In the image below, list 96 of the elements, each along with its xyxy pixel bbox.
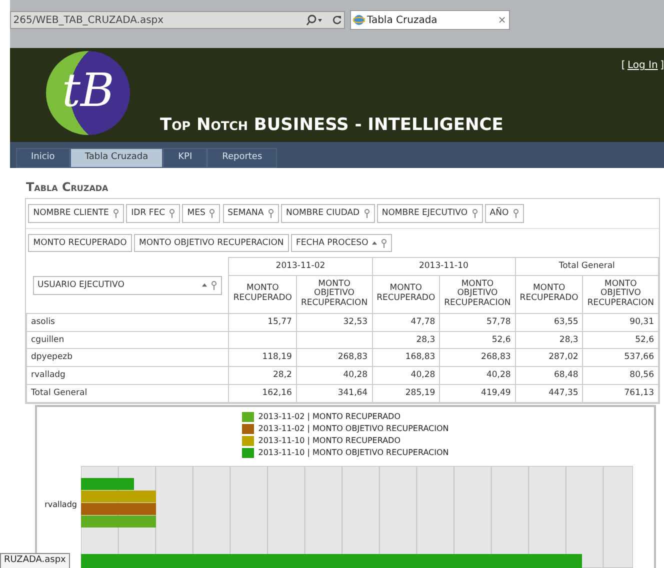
table-cell: 28,3 (515, 331, 583, 349)
table-cell: 537,66 (582, 348, 658, 366)
legend-label: 2013-11-10 | MONTO RECUPERADO (258, 435, 401, 447)
column-header: MONTO RECUPERADO (228, 275, 296, 314)
filter-field[interactable]: IDR FEC (126, 204, 180, 223)
table-cell: 15,77 (228, 313, 296, 331)
column-header: MONTO RECUPERADO (372, 275, 440, 314)
field-label: SEMANA (228, 207, 264, 220)
nav-tab[interactable]: Tabla Cruzada (70, 148, 164, 168)
table-cell: 162,16 (228, 384, 296, 402)
table-cell: 52,6 (440, 331, 516, 349)
table-cell: 32,53 (296, 313, 372, 331)
row-field[interactable]: USUARIO EJECUTIVO (32, 276, 222, 294)
table-cell: 40,28 (296, 366, 372, 384)
column-header: 2013-11-02 (228, 258, 372, 276)
table-cell: 287,02 (515, 348, 583, 366)
login-link[interactable]: Log In (628, 58, 658, 73)
row-header: asolis (26, 313, 229, 331)
address-bar[interactable]: 265/WEB_TAB_CRUZADA.aspx (10, 11, 345, 29)
address-text: 265/WEB_TAB_CRUZADA.aspx (13, 14, 165, 28)
page-title: Tabla Cruzada (26, 179, 110, 196)
table-cell: 40,28 (440, 366, 516, 384)
browser-icon (352, 14, 365, 26)
column-header: MONTO RECUPERADO (515, 275, 583, 314)
table-cell: 168,83 (372, 348, 440, 366)
table-cell: 40,28 (372, 366, 440, 384)
table-cell: 285,19 (372, 384, 440, 402)
row-header: Total General (26, 384, 229, 402)
table-cell: 57,78 (440, 313, 516, 331)
field-label: IDR FEC (131, 207, 166, 220)
bracket: [ (621, 59, 626, 73)
filter-field[interactable]: AÑO (484, 204, 524, 223)
table-cell: 28,2 (228, 366, 296, 384)
legend-label: 2013-11-10 | MONTO OBJETIVO RECUPERACION (258, 447, 449, 459)
legend-label: 2013-11-02 | MONTO RECUPERADO (258, 411, 401, 423)
filter-field[interactable]: NOMBRE CIUDAD (280, 204, 375, 223)
field-label: AÑO (490, 207, 509, 220)
bar (81, 478, 134, 490)
field-label: MES (187, 207, 206, 220)
field-label: NOMBRE CLIENTE (33, 207, 109, 220)
refresh-icon[interactable] (332, 14, 342, 26)
table-cell: 47,78 (372, 313, 440, 331)
table-cell: 90,31 (582, 313, 658, 331)
sort-icon[interactable] (202, 283, 208, 288)
column-header: MONTO OBJETIVO RECUPERACION (296, 275, 372, 314)
status-tooltip: RUZADA.aspx (0, 553, 70, 568)
table-cell: 447,35 (515, 384, 583, 402)
legend-label: 2013-11-02 | MONTO OBJETIVO RECUPERACION (258, 423, 449, 435)
table-cell: 761,13 (582, 384, 658, 402)
column-header: Total General (515, 258, 658, 276)
filter-field[interactable]: NOMBRE CLIENTE (28, 204, 124, 223)
pin-icon[interactable] (209, 209, 216, 218)
pin-icon[interactable] (268, 209, 274, 218)
tab-title: Tabla Cruzada (367, 14, 438, 28)
data-field[interactable]: MONTO RECUPERADO (28, 234, 132, 252)
field-label: FECHA PROCESO (296, 236, 368, 250)
table-cell: 268,83 (296, 348, 372, 366)
table-cell: 118,19 (228, 348, 296, 366)
field-label: USUARIO EJECUTIVO (38, 278, 126, 292)
column-header: MONTO OBJETIVO RECUPERACION (582, 275, 658, 314)
sort-icon[interactable] (372, 241, 378, 245)
field-label: NOMBRE CIUDAD (286, 207, 360, 220)
bracket: ] (660, 59, 664, 73)
category-label: rvalladg (44, 500, 77, 509)
table-cell: 268,83 (440, 348, 516, 366)
column-header: 2013-11-10 (372, 258, 516, 276)
data-field[interactable]: MONTO OBJETIVO RECUPERACION (134, 234, 289, 252)
nav-tab[interactable]: Inicio (16, 148, 70, 168)
table-cell: 52,6 (582, 331, 658, 349)
column-header: MONTO OBJETIVO RECUPERACION (440, 275, 516, 314)
pin-icon[interactable] (211, 280, 218, 290)
table-cell: 80,56 (582, 366, 658, 384)
pin-icon[interactable] (472, 209, 478, 218)
table-cell: 28,3 (372, 331, 440, 349)
browser-tab[interactable]: Tabla Cruzada × (350, 10, 510, 30)
filter-field[interactable]: SEMANA (222, 204, 279, 223)
table-cell: 341,64 (296, 384, 372, 402)
row-header: rvalladg (26, 366, 229, 384)
pin-icon[interactable] (381, 238, 388, 248)
table-cell: 63,55 (515, 313, 583, 331)
site-title: Top Notch BUSINESS - INTELLIGENCE (160, 114, 504, 136)
pin-icon[interactable] (512, 209, 519, 218)
close-button[interactable]: × (498, 12, 506, 28)
table-cell: 68,48 (515, 366, 583, 384)
field-label: NOMBRE EJECUTIVO (382, 207, 468, 220)
pin-icon[interactable] (112, 209, 119, 218)
filter-field[interactable]: NOMBRE EJECUTIVO (376, 204, 483, 223)
filter-field[interactable]: MES (182, 204, 220, 223)
table-cell: 419,49 (440, 384, 516, 402)
row-header: cguillen (26, 331, 229, 349)
pin-icon[interactable] (169, 209, 176, 218)
row-header: dpyepezb (26, 348, 229, 366)
column-field[interactable]: FECHA PROCESO (291, 234, 392, 252)
nav-tab[interactable]: KPI (163, 148, 208, 168)
pin-icon[interactable] (364, 209, 370, 218)
nav-tab[interactable]: Reportes (207, 148, 278, 168)
